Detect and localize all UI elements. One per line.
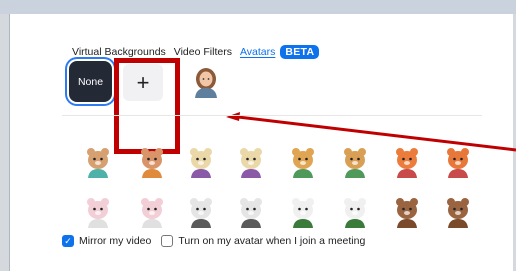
panda-avatar-icon[interactable] bbox=[288, 196, 318, 228]
avatar-on-join-checkbox[interactable] bbox=[161, 235, 174, 247]
mirror-video-checkbox[interactable]: ✓ bbox=[62, 235, 74, 247]
dog-avatar-icon[interactable] bbox=[288, 146, 318, 178]
cow-avatar-icon[interactable] bbox=[186, 146, 216, 178]
section-divider bbox=[62, 115, 482, 116]
tab-video-filters[interactable]: Video Filters bbox=[174, 46, 232, 58]
dog-avatar-icon[interactable] bbox=[340, 146, 370, 178]
avatar-on-join-label: Turn on my avatar when I join a meeting bbox=[178, 235, 366, 247]
tab-virtual-backgrounds[interactable]: Virtual Backgrounds bbox=[72, 46, 166, 58]
person-avatar-icon[interactable] bbox=[191, 66, 221, 98]
otter-avatar-icon[interactable] bbox=[392, 196, 422, 228]
cat-avatar-icon[interactable] bbox=[137, 146, 167, 178]
mirror-video-label: Mirror my video bbox=[79, 235, 152, 247]
none-avatar-tile[interactable]: None bbox=[69, 61, 112, 102]
fox-avatar-icon[interactable] bbox=[392, 146, 422, 178]
none-tile-label: None bbox=[77, 75, 104, 88]
otter-avatar-icon[interactable] bbox=[443, 196, 473, 228]
fox-avatar-icon[interactable] bbox=[443, 146, 473, 178]
annotation-highlight-box bbox=[114, 58, 180, 154]
cat-avatar-icon[interactable] bbox=[83, 146, 113, 178]
background-tabs: Virtual Backgrounds Video Filters Avatar… bbox=[72, 44, 320, 60]
beta-badge: BETA bbox=[280, 45, 320, 59]
settings-panel: Virtual Backgrounds Video Filters Avatar… bbox=[9, 14, 513, 271]
raccoon-avatar-icon[interactable] bbox=[186, 196, 216, 228]
panda-avatar-icon[interactable] bbox=[340, 196, 370, 228]
rabbit-avatar-icon[interactable] bbox=[83, 196, 113, 228]
avatar-options: ✓ Mirror my video Turn on my avatar when… bbox=[62, 235, 375, 247]
rabbit-avatar-icon[interactable] bbox=[137, 196, 167, 228]
window-title-bar bbox=[0, 0, 516, 14]
cow-avatar-icon[interactable] bbox=[236, 146, 266, 178]
raccoon-avatar-icon[interactable] bbox=[236, 196, 266, 228]
tab-avatars[interactable]: Avatars bbox=[240, 46, 275, 58]
